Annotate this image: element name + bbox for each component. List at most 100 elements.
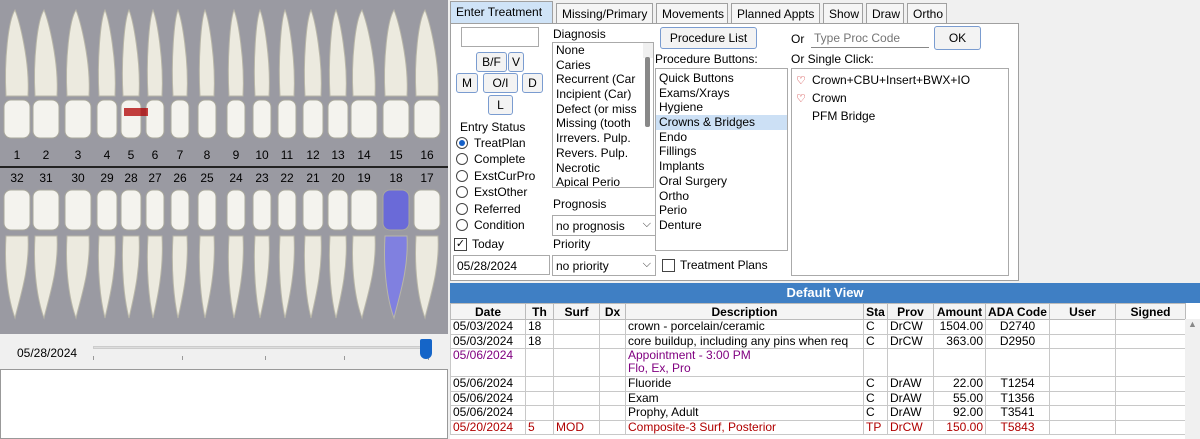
lower-tooth-crown[interactable] (170, 189, 190, 231)
ok-button[interactable]: OK (934, 26, 981, 50)
tooth-number[interactable]: 20 (326, 171, 350, 185)
lower-tooth-crown[interactable] (96, 189, 118, 231)
upper-tooth-root[interactable] (303, 8, 322, 97)
lower-tooth-crown[interactable] (327, 189, 349, 231)
tooth-number[interactable]: 19 (352, 171, 376, 185)
progress-notes-grid[interactable]: Date Th Surf Dx Description Sta Prov Amount ADA … (450, 303, 1200, 439)
procedure-category-item[interactable]: Implants (656, 159, 787, 174)
upper-tooth-root[interactable] (352, 8, 376, 97)
lower-tooth-crown[interactable] (302, 189, 324, 231)
tooth-number[interactable]: 23 (250, 171, 274, 185)
diagnosis-item[interactable]: Revers. Pulp. (553, 146, 653, 161)
status-radio-referred[interactable] (456, 202, 468, 215)
lower-tooth-crown[interactable] (3, 189, 31, 231)
upper-tooth-root[interactable] (198, 8, 215, 97)
upper-tooth-root[interactable] (146, 8, 163, 97)
surface-d-button[interactable]: D (522, 73, 543, 93)
upper-tooth-crown[interactable] (327, 99, 349, 139)
tooth-number[interactable]: 21 (301, 171, 325, 185)
upper-tooth-crown[interactable] (32, 99, 60, 139)
tooth-number[interactable]: 5 (119, 148, 143, 162)
status-radio-treatplan[interactable] (456, 137, 468, 149)
lower-tooth-crown[interactable] (226, 189, 246, 231)
surface-oi-button[interactable]: O/I (483, 73, 518, 93)
grid-column-header[interactable]: Signed (1115, 303, 1186, 320)
procedure-category-item[interactable]: Crowns & Bridges (656, 115, 787, 130)
upper-tooth-root[interactable] (66, 8, 90, 97)
tooth-number[interactable]: 22 (275, 171, 299, 185)
grid-row[interactable]: 05/06/2024 Prophy, Adult C DrAW 92.00 T3541 (450, 405, 1186, 421)
tooth-number[interactable]: 8 (195, 148, 219, 162)
tooth-number[interactable]: 15 (384, 148, 408, 162)
grid-column-header[interactable]: Date (450, 303, 526, 320)
surface-v-button[interactable]: V (508, 52, 524, 72)
treatment-plans-checkbox[interactable] (662, 259, 675, 272)
tooth-number[interactable]: 29 (95, 171, 119, 185)
upper-tooth-crown[interactable] (226, 99, 246, 139)
status-radio-complete[interactable] (456, 153, 468, 166)
tooth-number[interactable]: 7 (168, 148, 192, 162)
lower-tooth-root[interactable] (146, 235, 163, 319)
grid-column-header[interactable]: Amount (933, 303, 986, 320)
tab-missing-primary[interactable]: Missing/Primary (556, 3, 653, 23)
tab-planned-appts[interactable]: Planned Appts (731, 3, 820, 23)
lower-tooth-root[interactable] (303, 235, 322, 319)
surface-m-button[interactable]: M (456, 73, 478, 93)
procedure-category-item[interactable]: Denture (656, 218, 787, 233)
upper-tooth-crown[interactable] (413, 99, 441, 139)
procedure-category-item[interactable]: Fillings (656, 144, 787, 159)
tooth-number[interactable]: 17 (415, 171, 439, 185)
grid-column-header[interactable]: Sta (863, 303, 888, 320)
status-radio-exstother[interactable] (456, 186, 468, 199)
grid-row[interactable]: 05/20/2024 5 MOD Composite-3 Surf, Posterio… (450, 419, 1186, 435)
grid-row[interactable]: 05/06/2024 Fluoride C DrAW 22.00 T1254 (450, 376, 1186, 392)
tooth-number[interactable]: 10 (250, 148, 274, 162)
grid-row[interactable]: 05/06/2024 Exam C DrAW 55.00 T1356 (450, 390, 1186, 406)
date-slider-thumb[interactable] (420, 339, 432, 359)
lower-tooth-crown[interactable] (413, 189, 441, 231)
diagnosis-item[interactable]: Apical Perio (553, 175, 653, 187)
upper-tooth-root[interactable] (5, 8, 29, 97)
lower-tooth-root[interactable] (171, 235, 188, 319)
grid-column-header[interactable]: Prov (887, 303, 934, 320)
tooth-number[interactable]: 6 (143, 148, 167, 162)
upper-tooth-crown[interactable] (382, 99, 410, 139)
diagnosis-item[interactable]: Recurrent (Car (553, 72, 653, 87)
upper-tooth-crown[interactable] (64, 99, 92, 139)
tooth-number[interactable]: 13 (326, 148, 350, 162)
tooth-number[interactable]: 32 (5, 171, 29, 185)
tooth-number[interactable]: 30 (66, 171, 90, 185)
lower-tooth-crown[interactable] (120, 189, 142, 231)
tab-movements[interactable]: Movements (656, 3, 728, 23)
procedure-category-item[interactable]: Oral Surgery (656, 174, 787, 189)
upper-tooth-crown[interactable] (302, 99, 324, 139)
lower-tooth-root[interactable] (34, 235, 58, 320)
grid-column-header[interactable]: Dx (599, 303, 626, 320)
tooth-number[interactable]: 14 (352, 148, 376, 162)
grid-column-header[interactable]: Surf (553, 303, 600, 320)
upper-tooth-root[interactable] (97, 8, 116, 97)
upper-tooth-root[interactable] (171, 8, 188, 97)
lower-tooth-crown[interactable] (197, 189, 217, 231)
lower-tooth-crown[interactable] (252, 189, 272, 231)
tooth-number[interactable]: 16 (415, 148, 439, 162)
tooth-number[interactable]: 27 (143, 171, 167, 185)
procedure-list-button[interactable]: Procedure List (660, 27, 757, 49)
tab-ortho[interactable]: Ortho (907, 3, 947, 23)
diagnosis-item[interactable]: Incipient (Car) (553, 87, 653, 102)
lower-tooth-root[interactable] (328, 235, 347, 319)
tooth-number[interactable]: 18 (384, 171, 408, 185)
lower-tooth-root[interactable] (253, 235, 270, 319)
upper-tooth-crown[interactable] (350, 99, 378, 139)
surface-l-button[interactable]: L (488, 95, 513, 115)
upper-tooth-crown[interactable] (277, 99, 297, 139)
upper-tooth-root[interactable] (227, 8, 244, 97)
lower-tooth-root[interactable] (198, 235, 215, 319)
upper-tooth-root[interactable] (121, 8, 140, 97)
tooth-number[interactable]: 31 (34, 171, 58, 185)
tooth-number[interactable]: 9 (224, 148, 248, 162)
upper-tooth-root[interactable] (253, 8, 270, 97)
tooth-number-input[interactable] (461, 27, 539, 47)
grid-column-header[interactable]: Th (525, 303, 554, 320)
tooth-number[interactable]: 1 (5, 148, 29, 162)
